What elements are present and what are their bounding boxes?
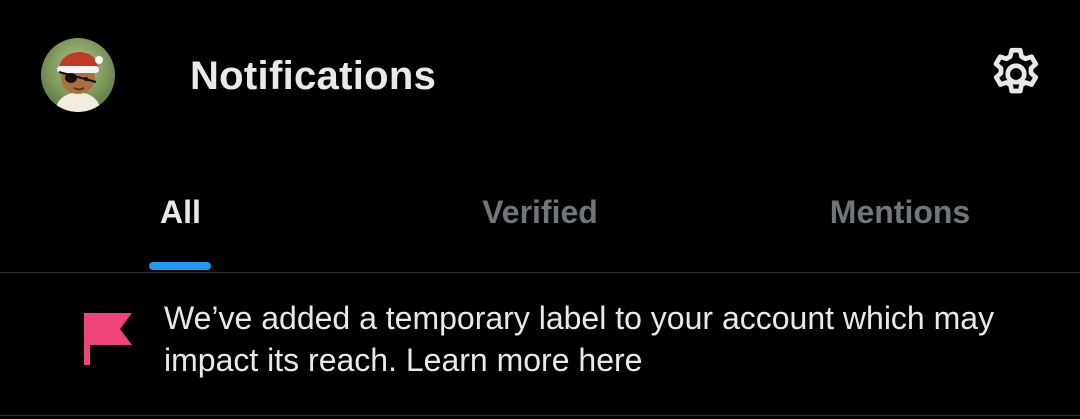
avatar[interactable] xyxy=(41,38,115,112)
learn-more-link[interactable]: Learn more here xyxy=(406,342,643,378)
notice-message: We’ve added a temporary label to your ac… xyxy=(164,297,1044,381)
tab-verified[interactable]: Verified xyxy=(360,170,720,272)
tab-all-label: All xyxy=(160,194,201,230)
tab-verified-label: Verified xyxy=(482,194,598,230)
tab-mentions-label: Mentions xyxy=(829,194,971,230)
tab-all[interactable]: All xyxy=(0,170,360,272)
notification-tabs: All Verified Mentions xyxy=(0,170,1080,272)
active-tab-indicator xyxy=(149,262,211,270)
settings-button[interactable] xyxy=(986,44,1046,104)
tab-mentions[interactable]: Mentions xyxy=(720,170,1080,272)
flag-icon xyxy=(84,313,132,365)
avatar-pirate-santa-icon xyxy=(41,38,115,112)
notice-divider xyxy=(0,415,1080,416)
page-title: Notifications xyxy=(190,54,437,98)
app-header: Notifications xyxy=(0,0,1080,150)
gear-icon xyxy=(993,47,1039,94)
account-label-notice[interactable]: We’ve added a temporary label to your ac… xyxy=(0,273,1080,415)
